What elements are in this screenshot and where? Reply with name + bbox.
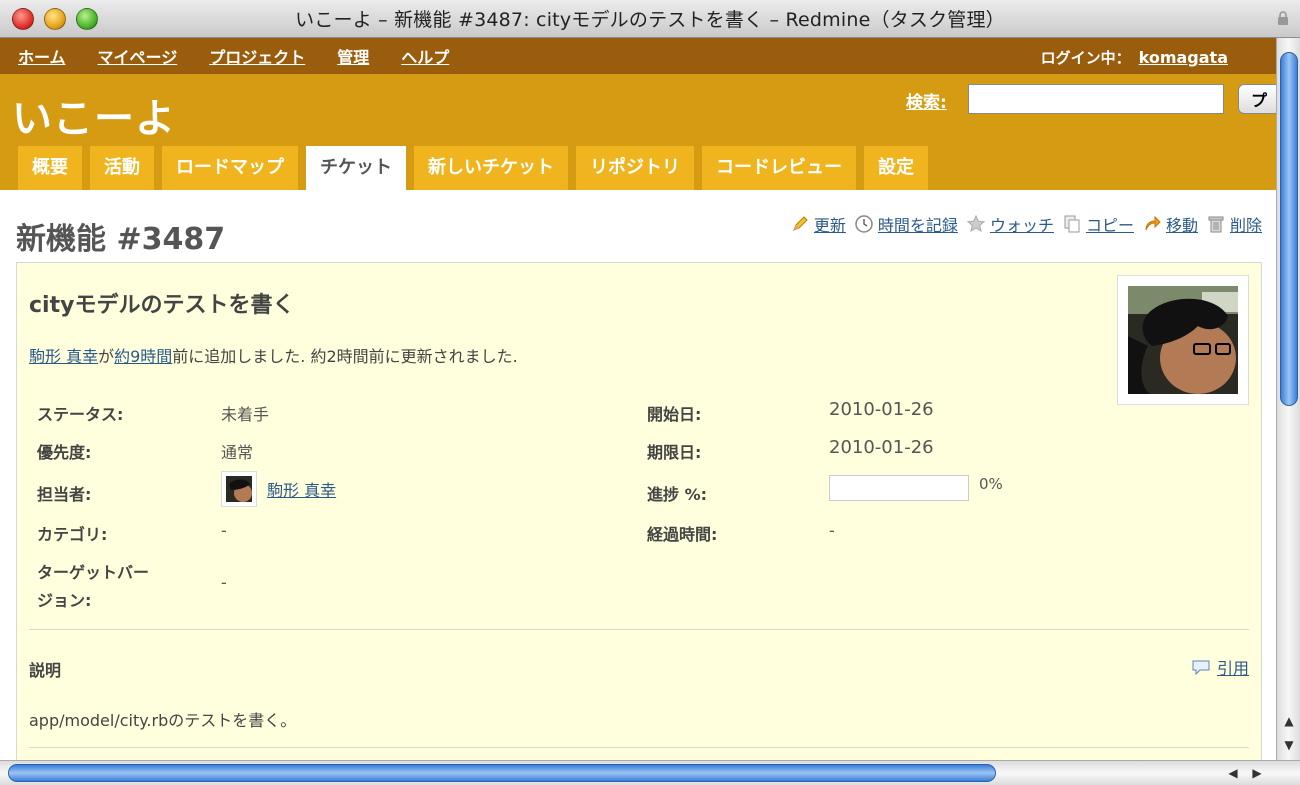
menu-home[interactable]: ホーム	[18, 44, 66, 68]
target-version-value: -	[221, 573, 227, 592]
trash-icon	[1208, 216, 1224, 233]
action-delete: 削除	[1206, 212, 1262, 236]
copy-link[interactable]: コピー	[1086, 212, 1134, 236]
separator	[29, 629, 1249, 630]
tab-code-review[interactable]: コードレビュー	[702, 146, 856, 190]
horizontal-scrollbar[interactable]: ◀ ▶	[0, 760, 1300, 785]
scroll-right-arrow-icon[interactable]: ▶	[1246, 761, 1268, 785]
menu-admin[interactable]: 管理	[337, 44, 369, 68]
copy-icon	[1064, 215, 1080, 233]
issue-actions: 更新 時間を記録 ウォッチ コピー 移動 削除	[790, 212, 1262, 236]
tab-activity[interactable]: 活動	[90, 146, 154, 190]
clock-icon	[855, 215, 873, 233]
assignee-avatar	[221, 471, 257, 507]
scroll-down-arrow-icon[interactable]: ▼	[1277, 734, 1300, 756]
author-link[interactable]: 駒形 真幸	[29, 347, 98, 366]
target-version-label-line2: ジョン:	[37, 591, 92, 610]
action-edit: 更新	[790, 212, 846, 236]
page-title: 新機能 #3487	[16, 222, 226, 257]
menu-my-page[interactable]: マイページ	[98, 44, 178, 68]
target-version-label-line1: ターゲットバー	[37, 563, 150, 582]
search-label[interactable]: 検索:	[906, 88, 947, 113]
category-label: カテゴリ:	[37, 525, 108, 544]
scroll-left-arrow-icon[interactable]: ◀	[1222, 761, 1244, 785]
logged-in-user-link[interactable]: komagata	[1139, 48, 1228, 67]
spent-time-value: -	[829, 521, 835, 540]
window-title: いこーよ – 新機能 #3487: cityモデルのテストを書く – Redmi…	[295, 9, 1005, 31]
progress-label: 進捗 %:	[647, 485, 708, 504]
window-controls	[12, 8, 98, 30]
avatar-photo-icon	[1128, 286, 1238, 394]
top-menu: ホーム マイページ プロジェクト 管理 ヘルプ ログイン中： komagata	[0, 38, 1276, 74]
pencil-icon	[793, 216, 808, 231]
description-text: app/model/city.rbのテストを書く。	[29, 711, 297, 730]
author-line: 駒形 真幸が約9時間前に追加しました. 約2時間前に更新されました.	[29, 343, 518, 367]
log-time-link[interactable]: 時間を記録	[878, 212, 958, 236]
tab-settings[interactable]: 設定	[864, 146, 928, 190]
window-titlebar: いこーよ – 新機能 #3487: cityモデルのテストを書く – Redmi…	[0, 0, 1300, 38]
zoom-window-button[interactable]	[76, 8, 98, 30]
quote-action: 引用	[1191, 655, 1249, 679]
lock-icon	[1278, 11, 1288, 25]
vertical-scrollbar[interactable]: ▲ ▼	[1276, 38, 1300, 760]
category-value: -	[221, 521, 227, 540]
assignee-avatar-icon	[226, 476, 252, 502]
move-link[interactable]: 移動	[1166, 212, 1198, 236]
project-tabs: 概要 活動 ロードマップ チケット 新しいチケット リポジトリ コードレビュー …	[18, 146, 928, 190]
action-log-time: 時間を記録	[854, 212, 958, 236]
action-copy: コピー	[1062, 212, 1134, 236]
menu-help[interactable]: ヘルプ	[401, 44, 449, 68]
scroll-up-arrow-icon[interactable]: ▲	[1277, 710, 1300, 732]
tab-repository[interactable]: リポジトリ	[576, 146, 694, 190]
start-date-value: 2010-01-26	[829, 399, 934, 420]
assignee-label: 担当者:	[37, 485, 92, 504]
star-icon	[966, 214, 986, 233]
logged-in-label: ログイン中：	[1040, 49, 1131, 67]
close-window-button[interactable]	[12, 8, 34, 30]
search-input[interactable]	[968, 84, 1224, 114]
minimize-window-button[interactable]	[44, 8, 66, 30]
due-date-value: 2010-01-26	[829, 437, 934, 458]
horizontal-scroll-thumb[interactable]	[8, 764, 996, 782]
action-watch: ウォッチ	[966, 212, 1054, 236]
assignee-link[interactable]: 駒形 真幸	[267, 477, 336, 501]
spent-time-label: 経過時間:	[647, 525, 718, 544]
separator-bottom	[29, 747, 1249, 748]
description-title: 説明	[29, 661, 62, 680]
status-label: ステータス:	[37, 405, 124, 424]
vertical-scroll-thumb[interactable]	[1280, 52, 1298, 406]
priority-value: 通常	[221, 443, 254, 462]
issue-details: cityモデルのテストを書く 駒形 真幸が約9時間前に追加しました. 約2時間前…	[16, 262, 1262, 782]
menu-projects[interactable]: プロジェクト	[209, 44, 305, 68]
action-move: 移動	[1142, 212, 1198, 236]
tab-overview[interactable]: 概要	[18, 146, 82, 190]
project-header: いこーよ 検索: プ 概要 活動 ロードマップ チケット 新しいチケット リポジ…	[0, 74, 1282, 190]
quote-link[interactable]: 引用	[1217, 655, 1249, 679]
priority-label: 優先度:	[37, 443, 92, 462]
added-time-link[interactable]: 約9時間	[114, 347, 172, 366]
progress-value: 0%	[979, 475, 1003, 493]
status-value: 未着手	[221, 405, 270, 424]
speech-bubble-icon	[1192, 660, 1210, 676]
issue-subject: cityモデルのテストを書く	[29, 293, 295, 318]
delete-link[interactable]: 削除	[1230, 212, 1262, 236]
main-content: 新機能 #3487 更新 時間を記録 ウォッチ コピー 移動 削除 cityモデ…	[0, 190, 1276, 782]
watch-link[interactable]: ウォッチ	[990, 212, 1054, 236]
added-suffix: 前に追加しました. 約2時間前に更新されました.	[172, 347, 518, 366]
due-date-label: 期限日:	[647, 443, 702, 462]
move-arrow-icon	[1145, 215, 1161, 231]
tab-issues[interactable]: チケット	[306, 146, 406, 190]
edit-link[interactable]: 更新	[814, 212, 846, 236]
tab-roadmap[interactable]: ロードマップ	[162, 146, 298, 190]
progress-bar	[829, 475, 969, 501]
author-suffix: が	[98, 347, 115, 366]
author-avatar	[1117, 275, 1249, 405]
start-date-label: 開始日:	[647, 405, 702, 424]
logged-in-status: ログイン中： komagata	[1041, 47, 1260, 68]
tab-new-issue[interactable]: 新しいチケット	[414, 146, 568, 190]
project-title: いこーよ	[12, 96, 176, 142]
